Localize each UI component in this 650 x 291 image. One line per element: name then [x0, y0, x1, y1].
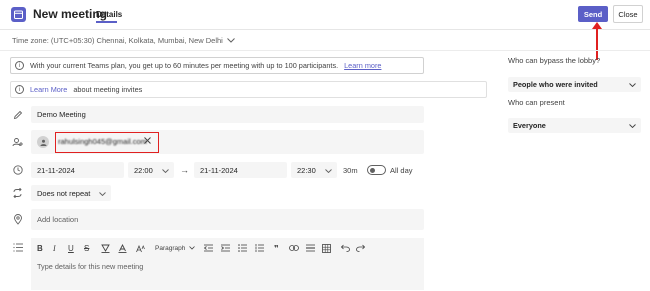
start-date-picker[interactable]: 21-11-2024 [31, 162, 124, 178]
increase-indent-icon[interactable] [221, 243, 230, 253]
chevron-down-icon [227, 36, 235, 45]
close-button[interactable]: Close [613, 5, 643, 23]
italic-icon[interactable]: I [53, 243, 56, 253]
arrow-right-icon: → [180, 165, 189, 175]
start-time-value: 22:00 [134, 165, 153, 175]
learn-more-invites-link[interactable]: Learn More [30, 85, 67, 94]
underline-icon[interactable]: U [68, 243, 74, 253]
tab-details[interactable]: Details [96, 10, 122, 19]
paragraph-style-dropdown[interactable]: Paragraph [155, 243, 196, 253]
paragraph-label: Paragraph [155, 244, 186, 252]
repeat-icon [12, 187, 23, 198]
attendee-highlight-box [55, 132, 159, 153]
start-time-picker[interactable]: 22:00 [128, 162, 174, 178]
repeat-dropdown[interactable]: Does not repeat [31, 185, 111, 201]
all-day-toggle[interactable] [367, 165, 386, 175]
lobby-bypass-value: People who were invited [513, 80, 598, 89]
learn-more-link[interactable]: Learn more [344, 61, 381, 70]
presenter-label: Who can present [508, 98, 565, 107]
location-input[interactable]: Add location [31, 209, 424, 230]
chevron-down-icon [629, 80, 636, 89]
pencil-icon [12, 109, 23, 120]
end-time-picker[interactable]: 22:30 [291, 162, 337, 178]
title-input-value: Demo Meeting [37, 110, 86, 119]
chevron-down-icon [99, 189, 106, 198]
presenter-dropdown[interactable]: Everyone [508, 118, 641, 133]
timezone-selector[interactable]: Time zone: (UTC+05:30) Chennai, Kolkata,… [12, 36, 235, 45]
repeat-value: Does not repeat [37, 188, 91, 198]
undo-icon[interactable] [341, 243, 350, 253]
end-time-value: 22:30 [297, 165, 316, 175]
chevron-down-icon [629, 121, 636, 130]
plan-info-text: With your current Teams plan, you get up… [30, 61, 339, 70]
details-placeholder: Type details for this new meeting [37, 262, 144, 271]
highlight-icon[interactable] [101, 243, 110, 253]
chevron-down-icon [162, 166, 169, 175]
link-icon[interactable] [289, 243, 299, 253]
bulleted-list-icon[interactable] [238, 243, 247, 253]
quote-icon[interactable]: ❞ [274, 243, 279, 253]
clock-icon [12, 164, 23, 175]
title-input[interactable]: Demo Meeting [31, 106, 424, 123]
chevron-down-icon [189, 246, 196, 250]
font-size-icon[interactable] [136, 243, 145, 253]
info-icon: i [15, 85, 24, 94]
horizontal-rule-icon[interactable] [306, 243, 315, 253]
invites-info-text: about meeting invites [73, 85, 143, 94]
chevron-down-icon [325, 166, 332, 175]
strikethrough-icon[interactable]: S [84, 243, 89, 253]
bold-icon[interactable]: B [37, 243, 43, 253]
location-placeholder: Add location [37, 215, 79, 224]
lobby-bypass-label: Who can bypass the lobby? [508, 56, 601, 65]
plan-info-banner: i With your current Teams plan, you get … [10, 57, 424, 74]
end-date-value: 21-11-2024 [200, 165, 238, 175]
details-icon [12, 242, 23, 253]
location-icon [12, 214, 23, 225]
invites-info-banner: i Learn More about meeting invites [10, 81, 487, 98]
divider [0, 50, 650, 51]
font-color-icon[interactable] [118, 243, 127, 253]
tab-details-indicator [96, 21, 117, 23]
timezone-label: Time zone: (UTC+05:30) Chennai, Kolkata,… [12, 36, 223, 45]
start-date-value: 21-11-2024 [37, 165, 75, 175]
presenter-value: Everyone [513, 121, 546, 130]
numbered-list-icon[interactable] [255, 243, 264, 253]
annotation-arrow [596, 24, 598, 60]
info-icon: i [15, 61, 24, 70]
avatar [37, 136, 49, 148]
duration-label: 30m [343, 166, 358, 175]
add-people-icon [12, 137, 23, 148]
send-button[interactable]: Send [578, 6, 608, 22]
lobby-bypass-dropdown[interactable]: People who were invited [508, 77, 641, 92]
decrease-indent-icon[interactable] [204, 243, 213, 253]
redo-icon[interactable] [356, 243, 365, 253]
calendar-app-icon [11, 7, 26, 22]
all-day-label: All day [390, 166, 413, 175]
end-date-picker[interactable]: 21-11-2024 [194, 162, 287, 178]
table-icon[interactable] [322, 243, 331, 253]
